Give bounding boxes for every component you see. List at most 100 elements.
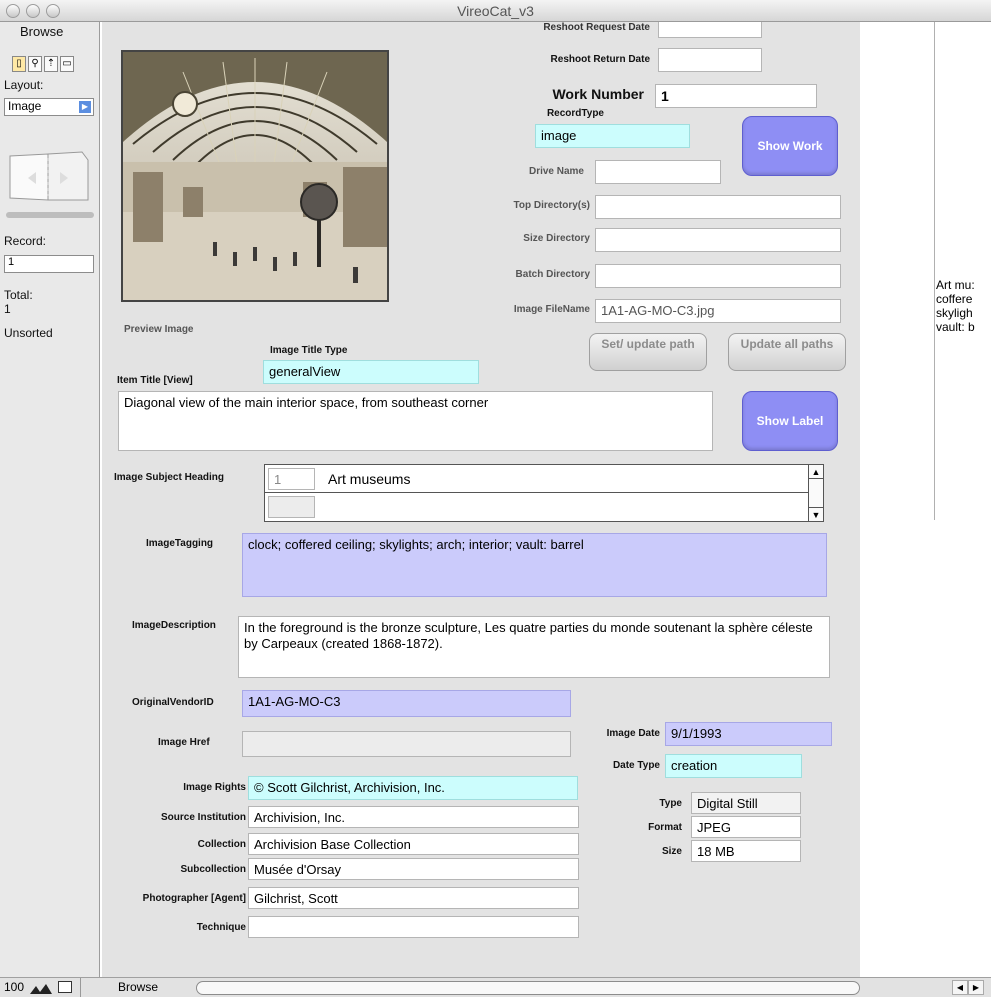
image-filename-label: Image FileName	[513, 304, 590, 315]
top-directory-field[interactable]	[595, 195, 841, 219]
record-type-field[interactable]: image	[535, 124, 690, 148]
chevron-right-icon: ▶	[79, 101, 91, 113]
record-slider[interactable]	[6, 212, 94, 218]
browse-tool-icon[interactable]: ▯	[12, 56, 26, 72]
find-tool-icon[interactable]: ⚲	[28, 56, 42, 72]
work-number-field[interactable]: 1	[655, 84, 817, 108]
image-title-type-field[interactable]: generalView	[263, 360, 479, 384]
batch-directory-label: Batch Directory	[515, 269, 590, 280]
subject-index-field[interactable]: 1	[268, 468, 315, 490]
image-filename-field[interactable]: 1A1-AG-MO-C3.jpg	[595, 299, 841, 323]
size-field[interactable]: 18 MB	[691, 840, 801, 862]
subject-index-empty-field[interactable]	[268, 496, 315, 518]
book-icon[interactable]	[6, 150, 90, 204]
reshoot-return-field[interactable]	[658, 48, 762, 72]
image-href-label: Image Href	[158, 737, 210, 748]
zoom-level[interactable]: 100	[4, 980, 24, 994]
preview-tool-icon[interactable]: ▭	[60, 56, 74, 72]
divider	[80, 978, 81, 997]
status-toggle-icon[interactable]	[58, 981, 72, 993]
tagging-preview-line: vault: b	[936, 320, 975, 334]
batch-directory-field[interactable]	[595, 264, 841, 288]
record-type-label: RecordType	[546, 108, 604, 119]
record-label: Record:	[4, 234, 47, 248]
show-label-button[interactable]: Show Label	[742, 391, 838, 451]
record-layout: Reshoot Request Date Reshoot Return Date	[102, 22, 860, 977]
portal-scrollbar[interactable]: ▲ ▼	[808, 465, 823, 521]
tagging-preview-line: coffere	[936, 292, 973, 306]
sort-status: Unsorted	[4, 326, 53, 340]
total-label: Total:	[4, 288, 33, 302]
photographer-label: Photographer [Agent]	[142, 893, 246, 904]
technique-field[interactable]	[248, 916, 579, 938]
layout-select-value: Image	[8, 99, 42, 113]
layout-select[interactable]: Image ▶	[4, 98, 94, 116]
size-directory-field[interactable]	[595, 228, 841, 252]
horizontal-scrollbar[interactable]	[196, 981, 860, 995]
source-institution-label: Source Institution	[161, 812, 246, 823]
image-date-label: Image Date	[606, 728, 660, 739]
image-date-field[interactable]: 9/1/1993	[665, 722, 832, 746]
format-label: Format	[648, 822, 682, 833]
record-number-input[interactable]: 1	[4, 255, 94, 273]
update-all-paths-button[interactable]: Update all paths	[728, 333, 846, 371]
set-update-path-button[interactable]: Set/ update path	[589, 333, 707, 371]
image-tagging-field[interactable]: clock; coffered ceiling; skylights; arch…	[242, 533, 827, 597]
item-title-field[interactable]: Diagonal view of the main interior space…	[118, 391, 713, 451]
total-value: 1	[4, 302, 11, 316]
photographer-field[interactable]: Gilchrist, Scott	[248, 887, 579, 909]
list-item[interactable]	[265, 494, 808, 522]
top-directory-label: Top Directory(s)	[513, 200, 591, 211]
subcollection-field[interactable]: Musée d'Orsay	[248, 858, 579, 880]
source-institution-field[interactable]: Archivision, Inc.	[248, 806, 579, 828]
original-vendor-id-field[interactable]: 1A1-AG-MO-C3	[242, 690, 571, 717]
panel-divider	[934, 22, 935, 520]
status-area: Browse ▯ ⚲ ⇡ ▭ Layout: Image ▶ Record: 1…	[0, 22, 100, 977]
subject-heading-portal: 1 Art museums ▲ ▼	[264, 464, 824, 522]
item-title-label: Item Title [View]	[117, 375, 193, 386]
right-panel: Art mu: coffere skyligh vault: b	[860, 22, 991, 977]
layout-tool-icon[interactable]: ⇡	[44, 56, 58, 72]
size-label: Size	[661, 846, 682, 857]
image-description-label: ImageDescription	[132, 620, 216, 631]
date-type-label: Date Type	[612, 760, 660, 771]
image-href-field[interactable]	[242, 731, 571, 757]
type-field[interactable]: Digital Still	[691, 792, 801, 814]
work-number-label: Work Number	[552, 86, 644, 102]
date-type-field[interactable]: creation	[665, 754, 802, 778]
size-directory-label: Size Directory	[523, 233, 590, 244]
subcollection-label: Subcollection	[180, 864, 246, 875]
scroll-down-icon[interactable]: ▼	[809, 507, 823, 521]
reshoot-request-field[interactable]	[658, 22, 762, 38]
list-item[interactable]: 1 Art museums	[265, 465, 808, 493]
layout-label: Layout:	[4, 78, 44, 92]
reshoot-request-label: Reshoot Request Date	[543, 22, 650, 33]
title-bar: VireoCat_v3	[0, 0, 991, 22]
scroll-up-icon[interactable]: ▲	[809, 465, 823, 479]
scroll-right-icon[interactable]: ▶	[968, 980, 984, 995]
subject-heading-label: Image Subject Heading	[114, 472, 225, 483]
drive-name-field[interactable]	[595, 160, 721, 184]
window-title: VireoCat_v3	[457, 3, 534, 19]
technique-label: Technique	[196, 922, 246, 933]
format-field[interactable]: JPEG	[691, 816, 801, 838]
zoom-mountains-icon[interactable]	[30, 982, 56, 994]
type-label: Type	[659, 798, 682, 809]
image-rights-field[interactable]: © Scott Gilchrist, Archivision, Inc.	[248, 776, 578, 800]
original-vendor-id-label: OriginalVendorID	[132, 697, 214, 708]
tagging-preview-line: Art mu:	[936, 278, 975, 292]
image-tagging-label: ImageTagging	[146, 538, 214, 549]
image-description-field[interactable]: In the foreground is the bronze sculptur…	[238, 616, 830, 678]
preview-image-label: Preview Image	[124, 324, 194, 335]
scroll-left-icon[interactable]: ◀	[952, 980, 968, 995]
collection-field[interactable]: Archivision Base Collection	[248, 833, 579, 855]
mode-status: Browse	[118, 980, 159, 994]
mode-label: Browse	[20, 24, 64, 39]
image-rights-label: Image Rights	[183, 782, 246, 793]
show-work-button[interactable]: Show Work	[742, 116, 838, 176]
collection-label: Collection	[197, 839, 246, 850]
bottom-bar: 100 Browse ◀ ▶	[0, 977, 991, 997]
image-title-type-label: Image Title Type	[270, 345, 348, 356]
subject-heading-value[interactable]: Art museums	[328, 471, 410, 487]
preview-image	[121, 50, 389, 302]
